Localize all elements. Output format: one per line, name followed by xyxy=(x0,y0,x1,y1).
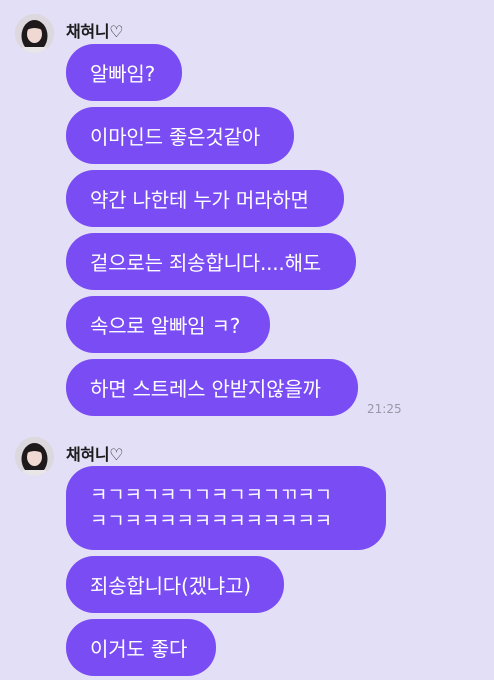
message-bubble[interactable]: 죄송합니다(겠냐고) xyxy=(66,556,284,613)
sender-name: 채혀니♡ xyxy=(66,445,124,464)
message-bubble[interactable]: ㅋㄱㅋㄱㅋㄱㄱㅋㄱㅋㄱㄲㅋㄱ ㅋㄱㅋㅋㅋㅋㅋㅋㅋㅋㅋㅋㅋㅋ xyxy=(66,466,386,550)
message-bubble[interactable]: 이거도 좋다 xyxy=(66,619,216,676)
message-line: ㅋㄱㅋㄱㅋㄱㄱㅋㄱㅋㄱㄲㅋㄱ xyxy=(90,484,332,506)
message-group-2: 채혀니♡ ㅋㄱㅋㄱㅋㄱㄱㅋㄱㅋㄱㄲㅋㄱ ㅋㄱㅋㅋㅋㅋㅋㅋㅋㅋㅋㅋㅋㅋ 죄송합니다… xyxy=(0,0,494,680)
message-line: ㅋㄱㅋㅋㅋㅋㅋㅋㅋㅋㅋㅋㅋㅋ xyxy=(90,510,332,532)
avatar-photo-icon xyxy=(15,437,54,476)
avatar[interactable] xyxy=(15,437,54,476)
